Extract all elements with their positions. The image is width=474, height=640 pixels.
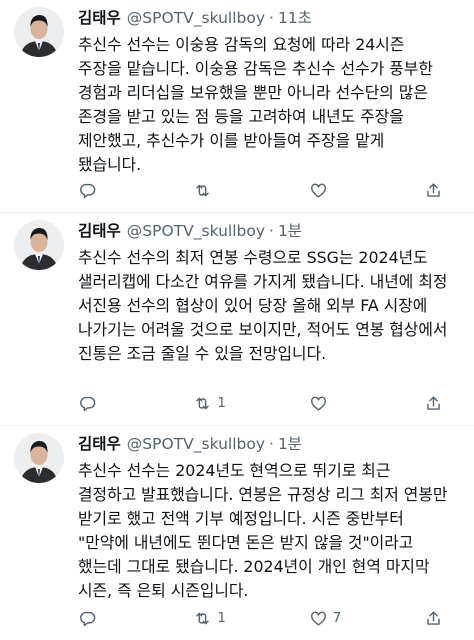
like-button[interactable] (309, 394, 369, 413)
retweet-count: 1 (217, 395, 226, 411)
tweet-actions (78, 178, 444, 202)
separator-dot: · (269, 435, 274, 453)
user-handle[interactable]: @SPOTV_skullboy (127, 433, 265, 455)
reply-button[interactable] (78, 394, 138, 413)
like-button[interactable] (309, 181, 369, 200)
display-name[interactable]: 김태우 (78, 7, 121, 29)
tweet[interactable]: 김태우 @SPOTV_skullboy · 11초 추신수 선수는 이숭용 감독… (0, 0, 474, 213)
like-button[interactable]: 7 (309, 609, 369, 628)
timeline: 김태우 @SPOTV_skullboy · 11초 추신수 선수는 이숭용 감독… (0, 0, 474, 640)
timestamp[interactable]: 11초 (278, 7, 312, 29)
share-icon (427, 395, 440, 410)
like-icon (310, 611, 326, 626)
reply-icon (80, 183, 96, 198)
like-icon (310, 396, 326, 411)
share-button[interactable] (424, 394, 444, 413)
share-button[interactable] (424, 609, 444, 628)
display-name[interactable]: 김태우 (78, 433, 121, 455)
tweet-text: 추신수 선수는 2024년도 현역으로 뛰기로 최근 결정하고 발표했습니다. … (78, 461, 448, 600)
tweet-text: 추신수 선수는 이숭용 감독의 요청에 따라 24시즌 주장을 맡습니다. 이숭… (78, 35, 433, 174)
tweet-header: 김태우 @SPOTV_skullboy · 1분 (78, 433, 460, 455)
avatar[interactable] (14, 220, 64, 270)
reply-button[interactable] (78, 609, 138, 628)
tweet-text: 추신수 선수의 최저 연봉 수령으로 SSG는 2024년도 샐러리캡에 다소간… (78, 248, 448, 363)
tweet-header: 김태우 @SPOTV_skullboy · 11초 (78, 7, 460, 29)
avatar[interactable] (14, 7, 64, 57)
retweet-icon (196, 612, 210, 624)
timestamp[interactable]: 1분 (278, 433, 302, 455)
share-icon (427, 182, 440, 197)
share-button[interactable] (424, 181, 444, 200)
separator-dot: · (269, 9, 274, 27)
tweet[interactable]: 김태우 @SPOTV_skullboy · 1분 추신수 선수의 최저 연봉 수… (0, 213, 474, 426)
reply-icon (80, 611, 96, 626)
profile-photo (14, 433, 64, 483)
reply-icon (80, 396, 96, 411)
retweet-button[interactable] (193, 181, 253, 200)
tweet-actions: 1 (78, 391, 444, 415)
retweet-button[interactable]: 1 (193, 394, 253, 413)
user-handle[interactable]: @SPOTV_skullboy (127, 220, 265, 242)
timestamp[interactable]: 1분 (278, 220, 302, 242)
profile-photo (14, 220, 64, 270)
retweet-icon (196, 397, 210, 409)
user-handle[interactable]: @SPOTV_skullboy (127, 7, 265, 29)
retweet-icon (196, 184, 210, 196)
avatar[interactable] (14, 433, 64, 483)
tweet[interactable]: 김태우 @SPOTV_skullboy · 1분 추신수 선수는 2024년도 … (0, 426, 474, 640)
tweet-actions: 1 7 (78, 606, 444, 630)
reply-button[interactable] (78, 181, 138, 200)
like-count: 7 (332, 610, 342, 626)
tweet-header: 김태우 @SPOTV_skullboy · 1분 (78, 220, 460, 242)
retweet-button[interactable]: 1 (193, 609, 253, 628)
retweet-count: 1 (217, 610, 226, 626)
share-icon (427, 610, 440, 625)
separator-dot: · (269, 222, 274, 240)
profile-photo (14, 7, 64, 57)
display-name[interactable]: 김태우 (78, 220, 121, 242)
like-icon (310, 183, 326, 198)
